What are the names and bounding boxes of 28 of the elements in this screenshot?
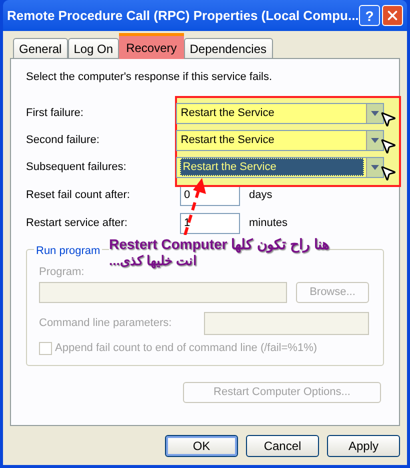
tab[interactable]: General [13, 38, 68, 58]
tab[interactable]: Recovery [119, 33, 184, 59]
field-label: Subsequent failures: [26, 160, 128, 175]
dialog-button[interactable]: Cancel [246, 435, 319, 457]
annotation-text: هنا راح تكون كلها Restert Computer [109, 236, 329, 253]
dialog-button[interactable]: Apply [327, 435, 400, 457]
help-button[interactable]: ? [359, 5, 380, 26]
window-title: Remote Procedure Call (RPC) Properties (Local Compu... [7, 6, 359, 25]
unit-label: minutes [249, 216, 288, 231]
cursor-icon [379, 136, 397, 154]
checkbox-label: Append fail count to end of command line (/fail=%1%) [55, 341, 318, 356]
unit-label: days [249, 188, 272, 203]
cursor-icon [379, 110, 397, 128]
dialog-button[interactable]: OK [165, 435, 238, 457]
close-button[interactable] [382, 5, 403, 26]
field-label: Second failure: [26, 132, 100, 148]
annotation-text: انت خليها كذى... [109, 253, 198, 268]
field-label: First failure: [26, 106, 84, 121]
tab[interactable]: Dependencies [184, 38, 272, 58]
tab[interactable]: Log On [68, 38, 120, 58]
field-label: Command line parameters: [39, 316, 173, 332]
number-field[interactable]: 1 [180, 212, 240, 234]
close-icon [385, 8, 400, 23]
field-label: Program: [39, 264, 86, 280]
field-label: Restart service after: [26, 216, 128, 231]
intro-text: Select the computer's response if this service fails. [26, 70, 274, 85]
field-label: Reset fail count after: [26, 188, 131, 203]
cursor-icon [379, 164, 397, 182]
